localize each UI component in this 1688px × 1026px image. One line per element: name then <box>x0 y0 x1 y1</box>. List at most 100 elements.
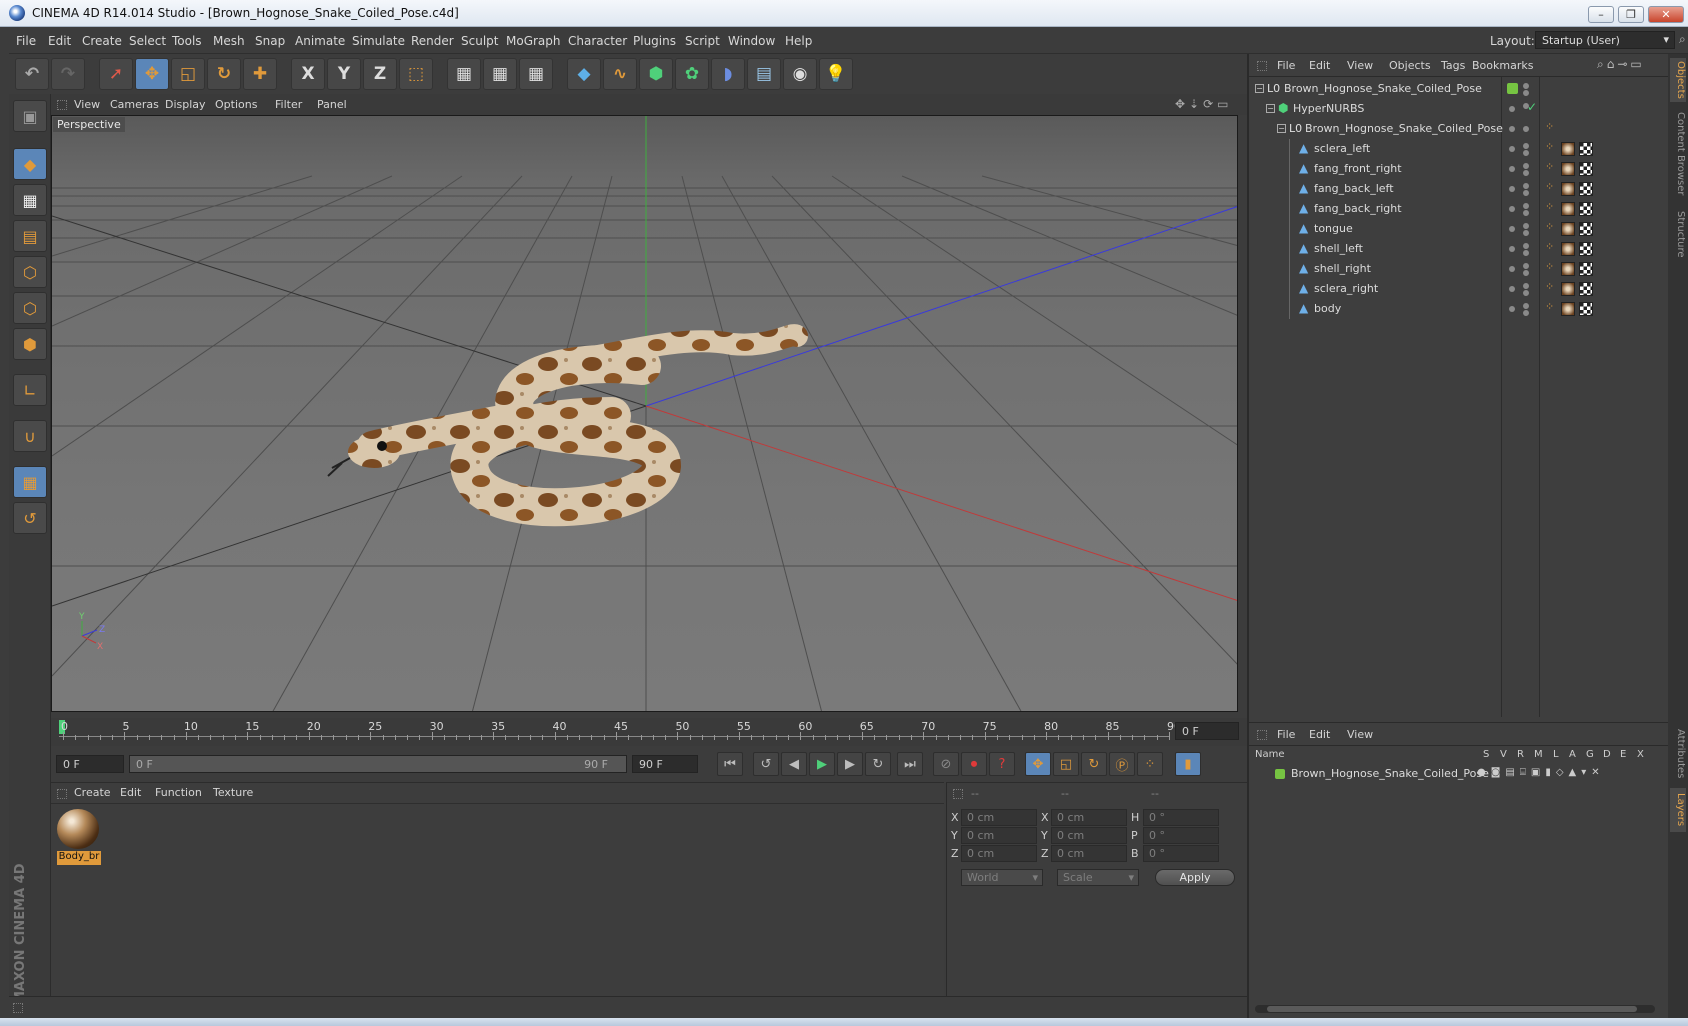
end-frame-field[interactable]: 90 F <box>632 755 698 773</box>
live-selection-button[interactable]: ➚ <box>99 58 133 90</box>
object-row[interactable]: ▲ fang_front_right ⁘ <box>1249 159 1668 179</box>
key-parameter-button[interactable]: Ⓟ <box>1109 752 1135 776</box>
phong-tag-icon[interactable]: ⁘ <box>1545 120 1554 133</box>
scale-tool-button[interactable]: ◱ <box>171 58 205 90</box>
render-visibility-dot[interactable] <box>1523 210 1529 216</box>
y-axis-button[interactable]: Y <box>327 58 361 90</box>
layer-horizontal-scrollbar[interactable] <box>1255 1005 1655 1013</box>
uvw-tag-icon[interactable] <box>1579 182 1593 196</box>
collapse-toggle-icon[interactable]: − <box>1277 124 1286 133</box>
texture-tag-icon[interactable] <box>1561 182 1575 196</box>
size-x-field[interactable]: 0 cm <box>1051 809 1127 826</box>
previous-key-button[interactable]: ↺ <box>753 752 779 776</box>
object-menu-file[interactable]: File <box>1277 59 1295 72</box>
current-frame-field[interactable]: 0 F <box>1175 722 1239 740</box>
texture-tag-icon[interactable] <box>1561 142 1575 156</box>
add-array-button[interactable]: ✿ <box>675 58 709 90</box>
tab-content-browser[interactable]: Content Browser <box>1670 110 1686 198</box>
menu-window[interactable]: Window <box>728 34 775 48</box>
phong-tag-icon[interactable]: ⁘ <box>1545 240 1554 253</box>
start-frame-field[interactable]: 0 F <box>56 755 124 773</box>
layer-menu-file[interactable]: File <box>1277 728 1295 741</box>
previous-frame-button[interactable]: ◀ <box>781 752 807 776</box>
z-axis-button[interactable]: Z <box>363 58 397 90</box>
go-to-start-button[interactable]: ⏮ <box>717 752 743 776</box>
render-visibility-dot[interactable] <box>1523 290 1529 296</box>
render-visibility-dot[interactable] <box>1523 126 1529 132</box>
workplane-mode-button[interactable]: ▤ <box>13 220 47 252</box>
add-nurbs-button[interactable]: ⬢ <box>639 58 673 90</box>
object-row[interactable]: ▲ sclera_right ⁘ <box>1249 279 1668 299</box>
model-mode-button[interactable]: ◆ <box>13 148 47 180</box>
material-swatch[interactable]: Body_br <box>57 809 101 865</box>
menu-plugins[interactable]: Plugins <box>633 34 676 48</box>
points-mode-button[interactable]: ⬡ <box>13 256 47 288</box>
render-visibility-dot[interactable] <box>1523 263 1529 269</box>
maximize-button[interactable]: ❐ <box>1618 6 1644 23</box>
add-scene-button[interactable]: ▤ <box>747 58 781 90</box>
texture-tag-icon[interactable] <box>1561 202 1575 216</box>
menu-character[interactable]: Character <box>568 34 627 48</box>
texture-tag-icon[interactable] <box>1561 262 1575 276</box>
add-camera-button[interactable]: ◉ <box>783 58 817 90</box>
editor-visibility-dot[interactable] <box>1509 206 1515 212</box>
frame-range-slider[interactable]: 0 F 90 F <box>129 755 627 773</box>
uvw-tag-icon[interactable] <box>1579 222 1593 236</box>
viewport-menu-cameras[interactable]: Cameras <box>110 98 159 111</box>
viewport-menu-filter[interactable]: Filter <box>275 98 302 111</box>
phong-tag-icon[interactable]: ⁘ <box>1545 160 1554 173</box>
layer-row[interactable]: Brown_Hognose_Snake_Coiled_Pose ●◙▤⌸▣▮◇▲… <box>1249 765 1668 783</box>
object-menu-tags[interactable]: Tags <box>1441 59 1465 72</box>
render-visibility-dot[interactable] <box>1523 230 1529 236</box>
close-button[interactable]: ✕ <box>1648 6 1684 23</box>
key-rotation-button[interactable]: ↻ <box>1081 752 1107 776</box>
locked-workplane-button[interactable]: ↺ <box>13 502 47 534</box>
x-axis-button[interactable]: X <box>291 58 325 90</box>
phong-tag-icon[interactable]: ⁘ <box>1545 200 1554 213</box>
menu-sculpt[interactable]: Sculpt <box>461 34 498 48</box>
recent-tool-button[interactable]: ✚ <box>243 58 277 90</box>
uvw-tag-icon[interactable] <box>1579 142 1593 156</box>
edges-mode-button[interactable]: ⬡ <box>13 292 47 324</box>
render-visibility-dot[interactable] <box>1523 163 1529 169</box>
texture-tag-icon[interactable] <box>1561 302 1575 316</box>
apply-button[interactable]: Apply <box>1155 869 1235 886</box>
pos-x-field[interactable]: 0 cm <box>961 809 1037 826</box>
layer-color-swatch[interactable] <box>1507 83 1518 94</box>
search-icon[interactable]: ⌕ <box>1679 32 1686 47</box>
layer-color-swatch[interactable] <box>1275 769 1285 779</box>
menu-simulate[interactable]: Simulate <box>352 34 405 48</box>
keyframe-selection-button[interactable]: ? <box>989 752 1015 776</box>
menu-mograph[interactable]: MoGraph <box>506 34 561 48</box>
timeline-button[interactable]: ▮ <box>1175 752 1201 776</box>
menu-mesh[interactable]: Mesh <box>213 34 245 48</box>
object-row[interactable]: ▲ fang_back_right ⁘ <box>1249 199 1668 219</box>
material-menu-function[interactable]: Function <box>155 786 202 799</box>
collapse-toggle-icon[interactable]: − <box>1266 104 1275 113</box>
key-position-button[interactable]: ✥ <box>1025 752 1051 776</box>
key-scale-button[interactable]: ◱ <box>1053 752 1079 776</box>
layer-menu-view[interactable]: View <box>1347 728 1373 741</box>
menu-create[interactable]: Create <box>82 34 122 48</box>
render-settings-button[interactable]: ▦ <box>519 58 553 90</box>
tab-structure[interactable]: Structure <box>1670 206 1686 262</box>
editor-visibility-dot[interactable] <box>1509 286 1515 292</box>
move-tool-button[interactable]: ✥ <box>135 58 169 90</box>
render-visibility-dot[interactable] <box>1523 90 1529 96</box>
render-visibility-dot[interactable] <box>1523 250 1529 256</box>
texture-tag-icon[interactable] <box>1561 222 1575 236</box>
tab-objects[interactable]: Objects <box>1670 58 1686 102</box>
menu-edit[interactable]: Edit <box>48 34 71 48</box>
menu-script[interactable]: Script <box>685 34 720 48</box>
object-row[interactable]: ▲ fang_back_left ⁘ <box>1249 179 1668 199</box>
layer-toggle-icons[interactable]: ●◙▤⌸▣▮◇▲▾✕ <box>1477 767 1605 778</box>
scrollbar-thumb[interactable] <box>1267 1006 1637 1012</box>
render-visibility-dot[interactable] <box>1523 303 1529 309</box>
render-visibility-dot[interactable] <box>1523 150 1529 156</box>
undo-button[interactable]: ↶ <box>15 58 49 90</box>
pos-z-field[interactable]: 0 cm <box>961 845 1037 862</box>
uvw-tag-icon[interactable] <box>1579 202 1593 216</box>
render-picture-viewer-button[interactable]: ▦ <box>483 58 517 90</box>
snake-model[interactable] <box>327 324 808 527</box>
add-cube-button[interactable]: ◆ <box>567 58 601 90</box>
